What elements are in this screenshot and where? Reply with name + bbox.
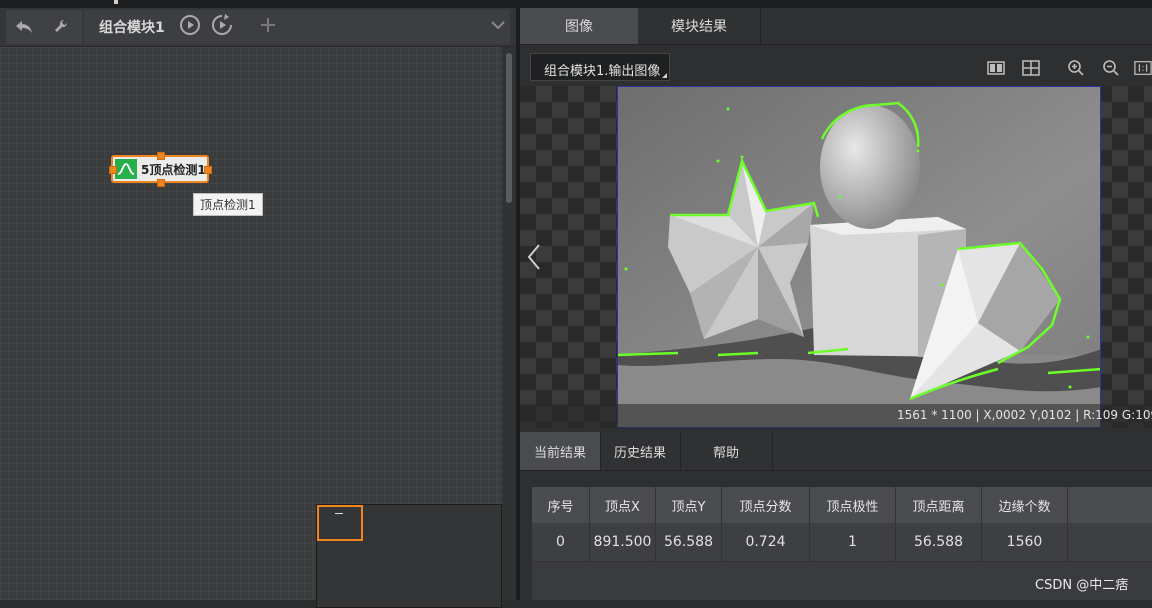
image-info-bar: 1561 * 1100 | X,0002 Y,0102 | R:109 G:10… xyxy=(520,404,1152,428)
col-index: 序号 xyxy=(532,487,590,523)
zoom-in-icon[interactable] xyxy=(1066,59,1086,77)
col-vertex-x: 顶点X xyxy=(590,487,656,523)
prev-arrow-icon[interactable] xyxy=(526,242,542,272)
canvas-tab-title: 组合模块1 xyxy=(99,20,165,36)
node-label: 5顶点检测1 xyxy=(141,163,206,177)
waveform-icon xyxy=(115,159,137,179)
image-source-value: 组合模块1.输出图像 xyxy=(544,64,661,79)
dropdown-corner-icon xyxy=(662,73,667,78)
image-toolbar: 组合模块1.输出图像 xyxy=(520,45,1152,85)
tab-help[interactable]: 帮助 xyxy=(680,432,773,470)
cell-vertex-distance: 56.588 xyxy=(896,523,982,561)
node-tooltip: 顶点检测1 xyxy=(193,193,263,216)
zoom-out-icon[interactable] xyxy=(1101,59,1121,77)
node-handle-right[interactable] xyxy=(204,166,212,174)
process-canvas-pane: 组合模块1 5顶点检测1 顶点检测1 xyxy=(0,8,516,608)
watermark: CSDN @中二痞 xyxy=(1035,578,1129,593)
col-vertex-score: 顶点分数 xyxy=(722,487,810,523)
image-source-select[interactable]: 组合模块1.输出图像 xyxy=(530,53,670,81)
cell-vertex-y: 56.588 xyxy=(656,523,722,561)
title-strip xyxy=(0,0,1152,8)
cell-edge-count: 1560 xyxy=(982,523,1068,561)
canvas-minimap[interactable] xyxy=(316,504,502,608)
col-vertex-distance: 顶点距离 xyxy=(896,487,982,523)
chevron-down-icon[interactable] xyxy=(486,14,510,36)
image-info-text: 1561 * 1100 | X,0002 Y,0102 | R:109 G:10… xyxy=(897,408,1152,422)
image-viewer[interactable]: 1561 * 1100 | X,0002 Y,0102 | R:109 G:10… xyxy=(520,86,1152,428)
undo-icon[interactable] xyxy=(12,16,36,38)
strip-mark xyxy=(114,0,118,4)
run-loop-icon[interactable] xyxy=(210,14,234,36)
table-row[interactable]: 0 891.500 56.588 0.724 1 56.588 1560 xyxy=(532,523,1152,562)
view-tabs: 图像 模块结果 xyxy=(520,8,1152,45)
actual-size-icon[interactable] xyxy=(1134,59,1152,77)
detection-result-image xyxy=(617,86,1101,428)
tab-module-results[interactable]: 模块结果 xyxy=(638,8,761,44)
col-edge-count: 边缘个数 xyxy=(982,487,1068,523)
wrench-icon[interactable] xyxy=(50,16,74,38)
col-vertex-y: 顶点Y xyxy=(656,487,722,523)
cell-vertex-polarity: 1 xyxy=(810,523,896,561)
single-view-icon[interactable] xyxy=(986,59,1006,77)
minimap-node-marker xyxy=(335,513,343,514)
tab-history-results[interactable]: 历史结果 xyxy=(600,432,681,470)
canvas-toolbar: 组合模块1 xyxy=(0,8,516,47)
cell-vertex-x: 891.500 xyxy=(590,523,656,561)
node-handle-bottom[interactable] xyxy=(157,179,165,187)
add-icon[interactable] xyxy=(256,14,280,36)
result-tabs: 当前结果 历史结果 帮助 xyxy=(520,432,1152,471)
col-vertex-polarity: 顶点极性 xyxy=(810,487,896,523)
image-result-pane: 图像 模块结果 组合模块1.输出图像 1561 * 1100 | X,0002 … xyxy=(520,8,1152,600)
grid-view-icon[interactable] xyxy=(1021,59,1041,77)
toolbar-group xyxy=(6,10,82,44)
table-header: 序号 顶点X 顶点Y 顶点分数 顶点极性 顶点距离 边缘个数 xyxy=(532,487,1152,523)
cell-index: 0 xyxy=(532,523,590,561)
scrollbar-thumb[interactable] xyxy=(506,53,512,203)
minimap-viewport[interactable] xyxy=(317,505,363,541)
canvas-vertical-scrollbar[interactable] xyxy=(502,47,516,600)
cell-vertex-score: 0.724 xyxy=(722,523,810,561)
node-handle-top[interactable] xyxy=(157,152,165,160)
tab-image[interactable]: 图像 xyxy=(520,8,638,44)
tab-current-results[interactable]: 当前结果 xyxy=(520,432,601,470)
play-icon[interactable] xyxy=(178,14,202,36)
node-handle-left[interactable] xyxy=(109,166,117,174)
